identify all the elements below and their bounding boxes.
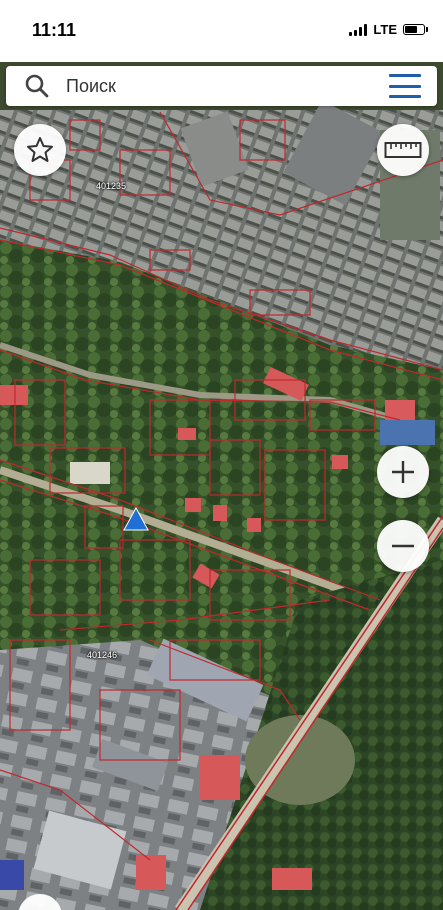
plus-icon: [392, 461, 414, 483]
status-bar: 11:11 LTE: [0, 0, 443, 62]
cadastral-block-label: 401246: [87, 650, 118, 660]
search-input[interactable]: Поиск: [66, 76, 116, 97]
status-indicators: LTE: [349, 22, 428, 37]
search-bar[interactable]: Поиск: [6, 66, 437, 106]
star-icon: [27, 137, 53, 162]
network-type-label: LTE: [373, 22, 397, 37]
navigation-arrow-icon: [123, 506, 149, 531]
battery-level-fill: [405, 26, 417, 33]
zoom-out-button[interactable]: [377, 520, 429, 572]
hamburger-menu-icon[interactable]: [389, 74, 421, 98]
map-screen: 401235 401246 11:11 LTE Поиск: [0, 0, 443, 910]
search-icon[interactable]: [24, 73, 50, 99]
ruler-button[interactable]: [377, 124, 429, 176]
minus-icon: [392, 544, 414, 548]
cadastral-block-label: 401235: [96, 181, 127, 191]
status-time: 11:11: [32, 20, 77, 40]
zoom-in-button[interactable]: [377, 446, 429, 498]
favorite-button[interactable]: [14, 124, 66, 176]
battery-icon: [403, 24, 428, 35]
satellite-map[interactable]: [0, 0, 443, 910]
ruler-icon: [384, 142, 422, 158]
signal-strength-icon: [349, 23, 368, 36]
